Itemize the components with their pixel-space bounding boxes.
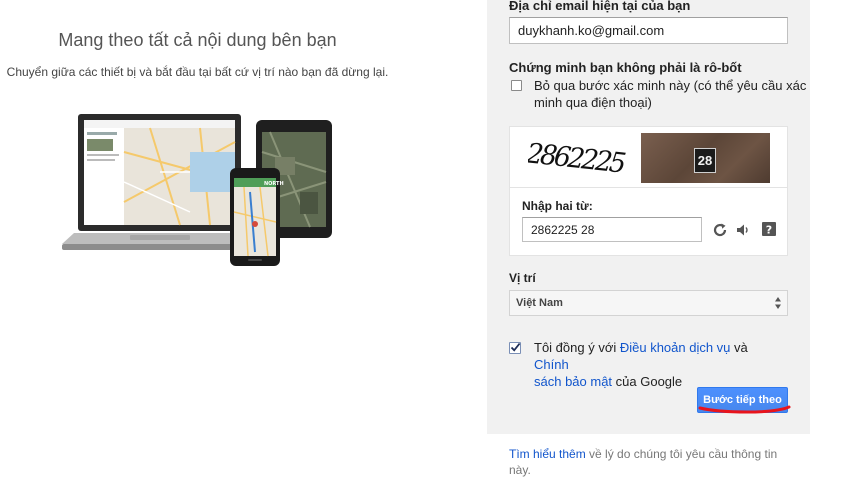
location-select[interactable]: Việt Nam <box>509 290 788 316</box>
captcha-box: 2862225 28 Nhập hai từ: ? <box>509 126 788 256</box>
location-selected-value: Việt Nam <box>516 297 563 309</box>
captcha-input[interactable] <box>522 217 702 242</box>
captcha-image-photo: 28 <box>641 133 770 183</box>
email-input[interactable] <box>509 17 788 44</box>
svg-text:2862225: 2862225 <box>528 138 629 179</box>
terms-of-service-link[interactable]: Điều khoản dịch vụ <box>620 340 731 355</box>
captcha-image-text: 2862225 <box>528 138 629 179</box>
help-icon[interactable]: ? <box>761 221 777 237</box>
skip-verification-label: Bỏ qua bước xác minh này (có thể yêu cầu… <box>534 78 807 110</box>
terms-checkbox[interactable] <box>509 342 521 354</box>
learn-more-text: Tìm hiểu thêm về lý do chúng tôi yêu cầu… <box>509 447 778 477</box>
robot-verify-label: Chứng minh bạn không phải là rô-bốt <box>509 60 742 75</box>
skip-verification-checkbox[interactable] <box>511 80 522 91</box>
svg-text:?: ? <box>766 224 772 237</box>
email-label: Địa chỉ email hiện tại của bạn <box>509 0 691 13</box>
refresh-icon[interactable] <box>712 222 728 238</box>
promo-title: Mang theo tất cả nội dung bên bạn <box>58 30 337 50</box>
house-number-plate: 28 <box>694 148 716 173</box>
checkmark-icon <box>510 342 521 352</box>
select-arrows-icon <box>775 297 781 309</box>
location-label: Vị trí <box>509 271 536 285</box>
red-annotation-underline <box>698 405 791 414</box>
captcha-divider <box>510 187 787 188</box>
privacy-policy-link[interactable]: Chính sách bảo mật <box>534 357 612 389</box>
learn-more-link[interactable]: Tìm hiểu thêm <box>509 447 586 461</box>
terms-label: Tôi đồng ý với Điều khoản dịch vụ và Chí… <box>534 340 748 389</box>
devices-illustration: NORTH <box>62 114 332 266</box>
promo-subtitle: Chuyển giữa các thiết bị và bắt đầu tại … <box>6 65 389 79</box>
audio-icon[interactable] <box>735 222 751 238</box>
captcha-input-label: Nhập hai từ: <box>522 199 593 213</box>
phone-sign: NORTH <box>264 181 284 187</box>
